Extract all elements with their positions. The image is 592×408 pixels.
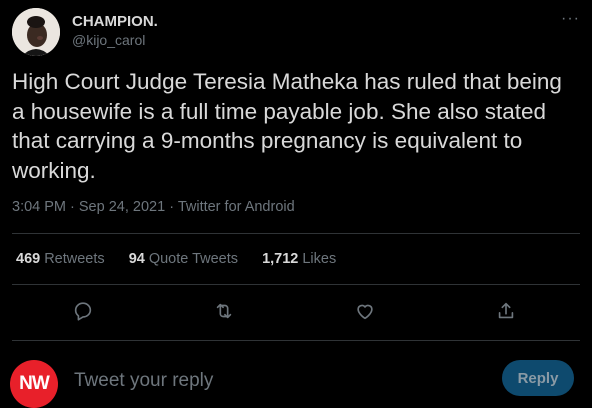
like-icon[interactable] (350, 296, 380, 326)
likes-label: Likes (302, 251, 337, 267)
user-avatar[interactable]: NW (10, 360, 58, 408)
author-handle[interactable]: @kijo_carol (72, 32, 145, 48)
tweet-time[interactable]: 3:04 PM (12, 199, 66, 215)
reply-button[interactable]: Reply (502, 360, 574, 396)
quote-tweets-stat[interactable]: 94 Quote Tweets (129, 251, 238, 267)
more-options-icon[interactable]: ··· (561, 10, 580, 28)
likes-stat[interactable]: 1,712 Likes (262, 251, 336, 267)
meta-separator: · (169, 199, 178, 215)
reply-composer: NW Reply (0, 348, 592, 408)
tweet-meta: 3:04 PM · Sep 24, 2021 · Twitter for And… (12, 199, 295, 215)
tweet-header: CHAMPION. @kijo_carol ··· (12, 8, 580, 58)
tweet-source[interactable]: Twitter for Android (178, 199, 295, 215)
share-icon[interactable] (491, 296, 521, 326)
meta-separator: · (70, 199, 79, 215)
tweet-text: High Court Judge Teresia Matheka has rul… (12, 69, 562, 183)
divider (12, 233, 580, 234)
tweet-stats: 469 Retweets 94 Quote Tweets 1,712 Likes (16, 251, 356, 267)
author-avatar-image (12, 8, 60, 56)
author-avatar[interactable] (12, 8, 60, 56)
comment-icon[interactable] (68, 296, 98, 326)
reply-input[interactable] (72, 366, 476, 396)
divider (12, 340, 580, 341)
retweets-count: 469 (16, 251, 41, 267)
retweets-label: Retweets (44, 251, 105, 267)
quote-tweets-count: 94 (128, 251, 145, 267)
tweet-actions (12, 296, 580, 326)
tweet-date[interactable]: Sep 24, 2021 (79, 199, 165, 215)
retweets-stat[interactable]: 469 Retweets (16, 251, 105, 267)
retweet-icon[interactable] (209, 296, 239, 326)
author-name[interactable]: CHAMPION. (72, 13, 158, 30)
quote-tweets-label: Quote Tweets (148, 251, 239, 267)
likes-count: 1,712 (262, 251, 299, 267)
divider (12, 284, 580, 285)
